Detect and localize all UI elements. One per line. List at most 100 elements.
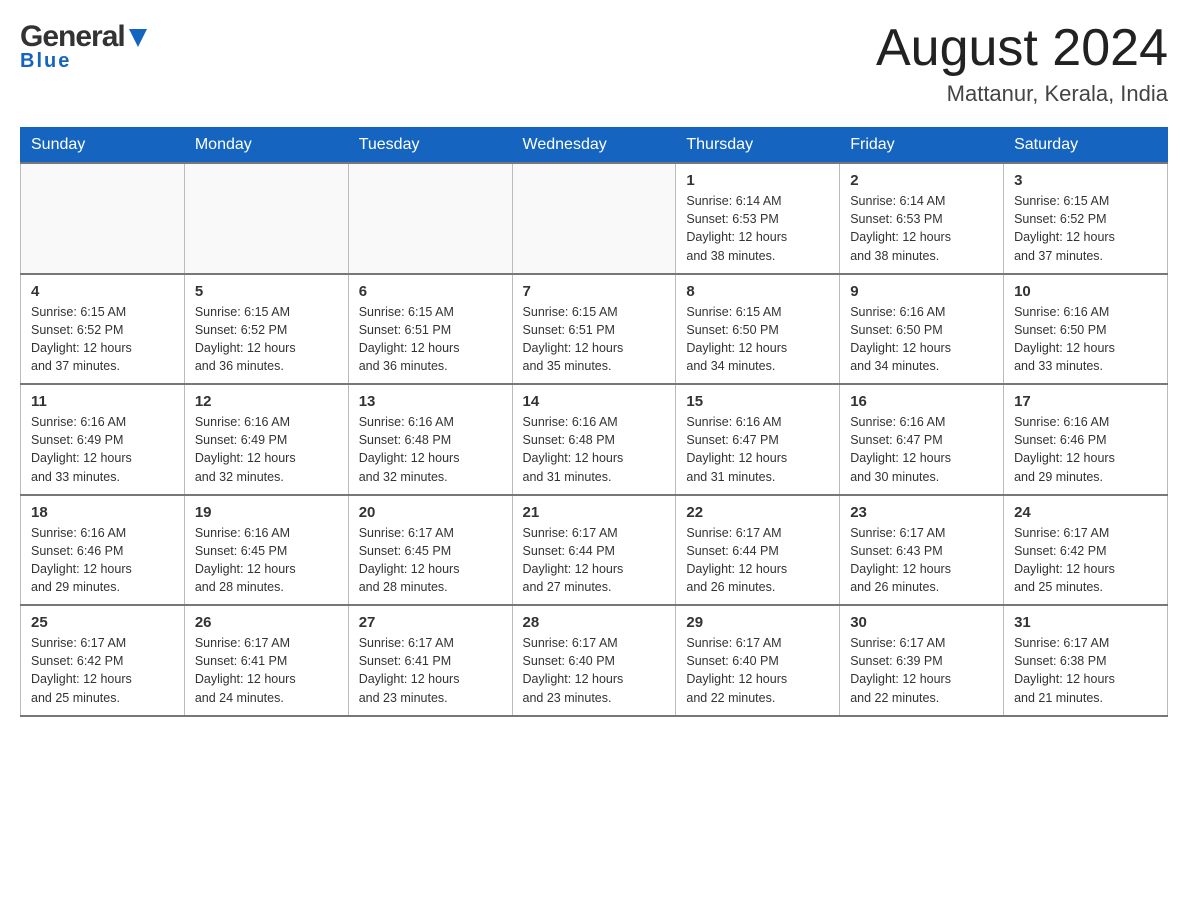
day-info: Sunrise: 6:16 AMSunset: 6:45 PMDaylight:…: [195, 526, 296, 594]
page-title: August 2024: [876, 20, 1168, 77]
logo-blue: Blue: [20, 50, 149, 73]
day-number: 18: [31, 504, 174, 521]
day-number: 6: [359, 283, 502, 300]
day-info: Sunrise: 6:15 AMSunset: 6:50 PMDaylight:…: [686, 305, 787, 373]
day-number: 25: [31, 614, 174, 631]
table-row: 23 Sunrise: 6:17 AMSunset: 6:43 PMDayligh…: [840, 495, 1004, 606]
day-number: 12: [195, 393, 338, 410]
col-saturday: Saturday: [1004, 128, 1168, 164]
calendar-header-row: Sunday Monday Tuesday Wednesday Thursday…: [21, 128, 1168, 164]
table-row: 8 Sunrise: 6:15 AMSunset: 6:50 PMDaylight…: [676, 274, 840, 385]
col-thursday: Thursday: [676, 128, 840, 164]
table-row: 3Sunrise: 6:15 AMSunset: 6:52 PMDaylight…: [1004, 163, 1168, 274]
calendar-week-row: 25 Sunrise: 6:17 AMSunset: 6:42 PMDayligh…: [21, 605, 1168, 716]
calendar-week-row: 18 Sunrise: 6:16 AMSunset: 6:46 PMDayligh…: [21, 495, 1168, 606]
day-number: 29: [686, 614, 829, 631]
table-row: 20Sunrise: 6:17 AMSunset: 6:45 PMDayligh…: [348, 495, 512, 606]
day-info: Sunrise: 6:16 AMSunset: 6:48 PMDaylight:…: [359, 415, 460, 483]
day-number: 9: [850, 283, 993, 300]
table-row: [184, 163, 348, 274]
day-number: 22: [686, 504, 829, 521]
day-info: Sunrise: 6:17 AMSunset: 6:43 PMDaylight:…: [850, 526, 951, 594]
day-number: 7: [523, 283, 666, 300]
table-row: 1Sunrise: 6:14 AMSunset: 6:53 PMDaylight…: [676, 163, 840, 274]
table-row: [348, 163, 512, 274]
location-subtitle: Mattanur, Kerala, India: [876, 81, 1168, 107]
day-info: Sunrise: 6:16 AMSunset: 6:49 PMDaylight:…: [31, 415, 132, 483]
logo-triangle-icon: [127, 27, 149, 49]
day-info: Sunrise: 6:15 AMSunset: 6:52 PMDaylight:…: [195, 305, 296, 373]
day-number: 14: [523, 393, 666, 410]
table-row: 24Sunrise: 6:17 AMSunset: 6:42 PMDayligh…: [1004, 495, 1168, 606]
day-info: Sunrise: 6:16 AMSunset: 6:47 PMDaylight:…: [686, 415, 787, 483]
table-row: 9Sunrise: 6:16 AMSunset: 6:50 PMDaylight…: [840, 274, 1004, 385]
day-info: Sunrise: 6:17 AMSunset: 6:44 PMDaylight:…: [686, 526, 787, 594]
table-row: 2 Sunrise: 6:14 AMSunset: 6:53 PMDaylight…: [840, 163, 1004, 274]
table-row: 4Sunrise: 6:15 AMSunset: 6:52 PMDaylight…: [21, 274, 185, 385]
day-number: 8: [686, 283, 829, 300]
table-row: 19 Sunrise: 6:16 AMSunset: 6:45 PMDayligh…: [184, 495, 348, 606]
col-monday: Monday: [184, 128, 348, 164]
col-friday: Friday: [840, 128, 1004, 164]
table-row: 6Sunrise: 6:15 AMSunset: 6:51 PMDaylight…: [348, 274, 512, 385]
table-row: 29 Sunrise: 6:17 AMSunset: 6:40 PMDayligh…: [676, 605, 840, 716]
day-info: Sunrise: 6:17 AMSunset: 6:40 PMDaylight:…: [523, 636, 624, 704]
col-sunday: Sunday: [21, 128, 185, 164]
day-number: 4: [31, 283, 174, 300]
table-row: 13Sunrise: 6:16 AMSunset: 6:48 PMDayligh…: [348, 384, 512, 495]
day-number: 20: [359, 504, 502, 521]
day-number: 11: [31, 393, 174, 410]
day-info: Sunrise: 6:17 AMSunset: 6:38 PMDaylight:…: [1014, 636, 1115, 704]
day-number: 27: [359, 614, 502, 631]
day-info: Sunrise: 6:16 AMSunset: 6:46 PMDaylight:…: [1014, 415, 1115, 483]
day-number: 21: [523, 504, 666, 521]
table-row: 12 Sunrise: 6:16 AMSunset: 6:49 PMDayligh…: [184, 384, 348, 495]
table-row: 18 Sunrise: 6:16 AMSunset: 6:46 PMDayligh…: [21, 495, 185, 606]
day-info: Sunrise: 6:16 AMSunset: 6:50 PMDaylight:…: [1014, 305, 1115, 373]
logo-general: General: [20, 20, 125, 54]
day-info: Sunrise: 6:16 AMSunset: 6:49 PMDaylight:…: [195, 415, 296, 483]
table-row: 30 Sunrise: 6:17 AMSunset: 6:39 PMDayligh…: [840, 605, 1004, 716]
day-number: 28: [523, 614, 666, 631]
day-info: Sunrise: 6:17 AMSunset: 6:40 PMDaylight:…: [686, 636, 787, 704]
calendar-week-row: 4 Sunrise: 6:15 AMSunset: 6:52 PMDaylight…: [21, 274, 1168, 385]
day-number: 23: [850, 504, 993, 521]
table-row: [21, 163, 185, 274]
day-info: Sunrise: 6:16 AMSunset: 6:47 PMDaylight:…: [850, 415, 951, 483]
title-block: August 2024 Mattanur, Kerala, India: [876, 20, 1168, 107]
table-row: 31 Sunrise: 6:17 AMSunset: 6:38 PMDayligh…: [1004, 605, 1168, 716]
table-row: 22 Sunrise: 6:17 AMSunset: 6:44 PMDayligh…: [676, 495, 840, 606]
calendar-week-row: 1Sunrise: 6:14 AMSunset: 6:53 PMDaylight…: [21, 163, 1168, 274]
day-info: Sunrise: 6:17 AMSunset: 6:44 PMDaylight:…: [523, 526, 624, 594]
table-row: 10 Sunrise: 6:16 AMSunset: 6:50 PMDayligh…: [1004, 274, 1168, 385]
table-row: 17Sunrise: 6:16 AMSunset: 6:46 PMDayligh…: [1004, 384, 1168, 495]
day-number: 15: [686, 393, 829, 410]
col-wednesday: Wednesday: [512, 128, 676, 164]
table-row: 11 Sunrise: 6:16 AMSunset: 6:49 PMDayligh…: [21, 384, 185, 495]
table-row: [512, 163, 676, 274]
day-number: 2: [850, 172, 993, 189]
day-info: Sunrise: 6:15 AMSunset: 6:51 PMDaylight:…: [523, 305, 624, 373]
logo: General Blue: [20, 20, 149, 73]
day-info: Sunrise: 6:16 AMSunset: 6:48 PMDaylight:…: [523, 415, 624, 483]
day-number: 31: [1014, 614, 1157, 631]
day-info: Sunrise: 6:17 AMSunset: 6:42 PMDaylight:…: [31, 636, 132, 704]
day-info: Sunrise: 6:17 AMSunset: 6:41 PMDaylight:…: [195, 636, 296, 704]
day-info: Sunrise: 6:16 AMSunset: 6:46 PMDaylight:…: [31, 526, 132, 594]
table-row: 5 Sunrise: 6:15 AMSunset: 6:52 PMDaylight…: [184, 274, 348, 385]
table-row: 14 Sunrise: 6:16 AMSunset: 6:48 PMDayligh…: [512, 384, 676, 495]
day-info: Sunrise: 6:14 AMSunset: 6:53 PMDaylight:…: [850, 194, 951, 262]
table-row: 15 Sunrise: 6:16 AMSunset: 6:47 PMDayligh…: [676, 384, 840, 495]
day-number: 16: [850, 393, 993, 410]
table-row: 25 Sunrise: 6:17 AMSunset: 6:42 PMDayligh…: [21, 605, 185, 716]
day-info: Sunrise: 6:17 AMSunset: 6:39 PMDaylight:…: [850, 636, 951, 704]
day-info: Sunrise: 6:17 AMSunset: 6:41 PMDaylight:…: [359, 636, 460, 704]
day-number: 5: [195, 283, 338, 300]
table-row: 26 Sunrise: 6:17 AMSunset: 6:41 PMDayligh…: [184, 605, 348, 716]
day-number: 24: [1014, 504, 1157, 521]
day-number: 30: [850, 614, 993, 631]
calendar-table: Sunday Monday Tuesday Wednesday Thursday…: [20, 127, 1168, 717]
day-number: 10: [1014, 283, 1157, 300]
day-number: 26: [195, 614, 338, 631]
day-number: 19: [195, 504, 338, 521]
